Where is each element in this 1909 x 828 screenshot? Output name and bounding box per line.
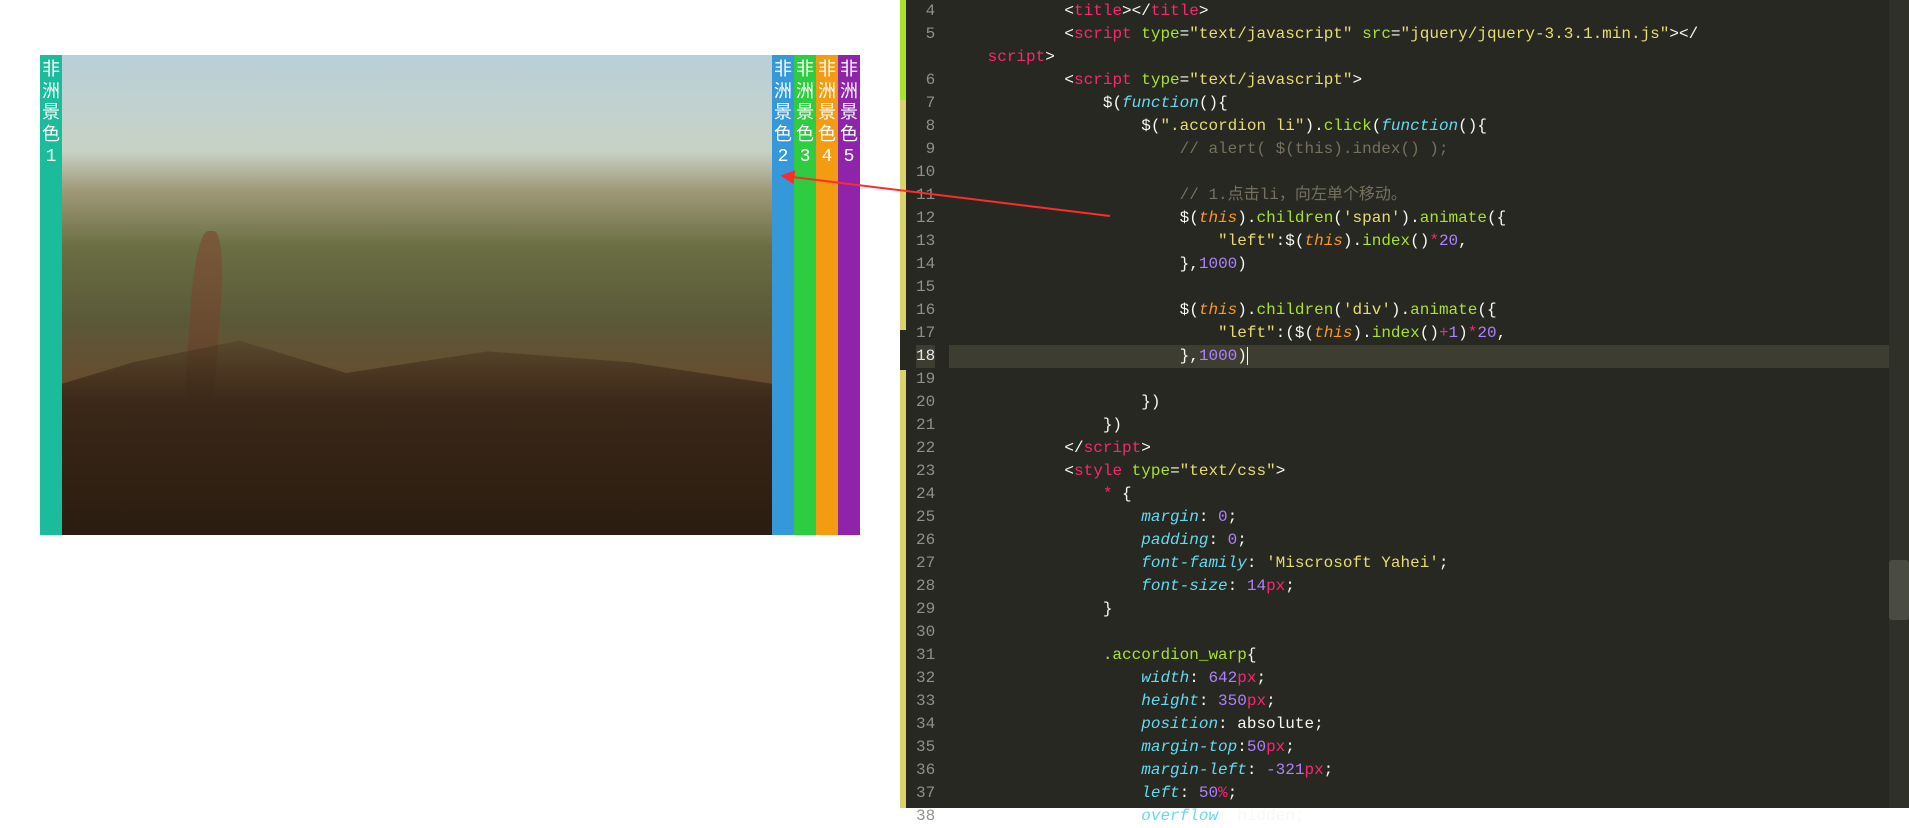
line-number: 28 xyxy=(916,575,935,598)
code-line[interactable]: overflow: hidden; xyxy=(949,805,1889,828)
accordion-tab-3[interactable]: 非洲景色3 xyxy=(794,55,816,535)
scrollbar[interactable] xyxy=(1889,0,1909,808)
line-number: 38 xyxy=(916,805,935,828)
code-line[interactable] xyxy=(949,368,1889,391)
line-number: 11 xyxy=(916,184,935,207)
code-line[interactable]: position: absolute; xyxy=(949,713,1889,736)
line-number: 23 xyxy=(916,460,935,483)
line-number xyxy=(916,46,935,69)
accordion-item-2: 非洲景色2 xyxy=(772,55,794,535)
line-number: 30 xyxy=(916,621,935,644)
line-number: 33 xyxy=(916,690,935,713)
line-number: 29 xyxy=(916,598,935,621)
code-line[interactable]: padding: 0; xyxy=(949,529,1889,552)
line-number: 24 xyxy=(916,483,935,506)
line-number: 21 xyxy=(916,414,935,437)
code-line[interactable]: font-family: 'Miscrosoft Yahei'; xyxy=(949,552,1889,575)
accordion-item-3: 非洲景色3 xyxy=(794,55,816,535)
line-number: 10 xyxy=(916,161,935,184)
line-number: 18 xyxy=(916,345,935,368)
code-line[interactable]: font-size: 14px; xyxy=(949,575,1889,598)
code-line[interactable]: } xyxy=(949,598,1889,621)
code-line[interactable]: <style type="text/css"> xyxy=(949,460,1889,483)
code-line[interactable]: $(function(){ xyxy=(949,92,1889,115)
code-line[interactable]: margin-left: -321px; xyxy=(949,759,1889,782)
browser-preview: 非洲景色1 非洲景色2 非洲景色3 非洲景色4 xyxy=(0,0,900,808)
code-line[interactable]: },1000) xyxy=(949,345,1889,368)
line-number: 13 xyxy=(916,230,935,253)
line-number: 15 xyxy=(916,276,935,299)
line-number: 5 xyxy=(916,23,935,46)
accordion-tab-label: 非洲景色1 xyxy=(42,61,60,167)
code-line[interactable]: // 1.点击li，向左单个移动。 xyxy=(949,184,1889,207)
accordion: 非洲景色1 非洲景色2 非洲景色3 非洲景色4 xyxy=(40,55,860,535)
line-number: 8 xyxy=(916,115,935,138)
accordion-tab-1[interactable]: 非洲景色1 xyxy=(40,55,62,535)
code-line[interactable]: },1000) xyxy=(949,253,1889,276)
accordion-tab-2[interactable]: 非洲景色2 xyxy=(772,55,794,535)
line-number: 34 xyxy=(916,713,935,736)
gutter-modification-bar xyxy=(900,0,906,808)
accordion-tab-4[interactable]: 非洲景色4 xyxy=(816,55,838,535)
code-line[interactable]: * { xyxy=(949,483,1889,506)
code-area[interactable]: <title></title> <script type="text/javas… xyxy=(949,0,1889,808)
code-line[interactable]: height: 350px; xyxy=(949,690,1889,713)
code-line[interactable] xyxy=(949,621,1889,644)
accordion-item-4: 非洲景色4 xyxy=(816,55,838,535)
code-line[interactable]: $(this).children('div').animate({ xyxy=(949,299,1889,322)
line-number: 27 xyxy=(916,552,935,575)
code-line[interactable]: </script> xyxy=(949,437,1889,460)
line-number: 16 xyxy=(916,299,935,322)
code-line[interactable]: }) xyxy=(949,414,1889,437)
accordion-item-1: 非洲景色1 xyxy=(40,55,772,535)
line-number: 37 xyxy=(916,782,935,805)
line-number: 19 xyxy=(916,368,935,391)
accordion-tab-label: 非洲景色4 xyxy=(818,61,836,167)
line-number: 7 xyxy=(916,92,935,115)
line-number: 25 xyxy=(916,506,935,529)
code-line[interactable] xyxy=(949,161,1889,184)
code-line[interactable]: margin-top:50px; xyxy=(949,736,1889,759)
accordion-tab-5[interactable]: 非洲景色5 xyxy=(838,55,860,535)
accordion-item-5: 非洲景色5 xyxy=(838,55,860,535)
scrollbar-thumb[interactable] xyxy=(1889,560,1909,620)
code-line[interactable]: .accordion_warp{ xyxy=(949,644,1889,667)
code-line[interactable]: script> xyxy=(949,46,1889,69)
line-number: 4 xyxy=(916,0,935,23)
code-line[interactable]: }) xyxy=(949,391,1889,414)
line-number: 22 xyxy=(916,437,935,460)
line-number: 12 xyxy=(916,207,935,230)
code-line[interactable]: <script type="text/javascript"> xyxy=(949,69,1889,92)
code-line[interactable] xyxy=(949,276,1889,299)
line-number: 14 xyxy=(916,253,935,276)
code-line[interactable]: left: 50%; xyxy=(949,782,1889,805)
accordion-tab-label: 非洲景色2 xyxy=(774,61,792,167)
code-line[interactable]: width: 642px; xyxy=(949,667,1889,690)
code-line[interactable]: $(this).children('span').animate({ xyxy=(949,207,1889,230)
code-line[interactable]: $(".accordion li").click(function(){ xyxy=(949,115,1889,138)
line-number: 36 xyxy=(916,759,935,782)
accordion-panel-1 xyxy=(62,55,772,535)
line-number: 32 xyxy=(916,667,935,690)
landscape-image xyxy=(62,55,772,535)
line-number: 35 xyxy=(916,736,935,759)
accordion-tab-label: 非洲景色3 xyxy=(796,61,814,167)
line-number-gutter: 45 67891011121314151617181920212223242526… xyxy=(906,0,949,808)
line-number: 9 xyxy=(916,138,935,161)
code-editor[interactable]: 45 67891011121314151617181920212223242526… xyxy=(900,0,1909,808)
line-number: 6 xyxy=(916,69,935,92)
code-line[interactable]: margin: 0; xyxy=(949,506,1889,529)
code-line[interactable]: "left":($(this).index()+1)*20, xyxy=(949,322,1889,345)
line-number: 26 xyxy=(916,529,935,552)
code-line[interactable]: <title></title> xyxy=(949,0,1889,23)
line-number: 20 xyxy=(916,391,935,414)
line-number: 17 xyxy=(916,322,935,345)
line-number: 31 xyxy=(916,644,935,667)
code-line[interactable]: "left":$(this).index()*20, xyxy=(949,230,1889,253)
code-line[interactable]: <script type="text/javascript" src="jque… xyxy=(949,23,1889,46)
accordion-tab-label: 非洲景色5 xyxy=(840,61,858,167)
code-line[interactable]: // alert( $(this).index() ); xyxy=(949,138,1889,161)
